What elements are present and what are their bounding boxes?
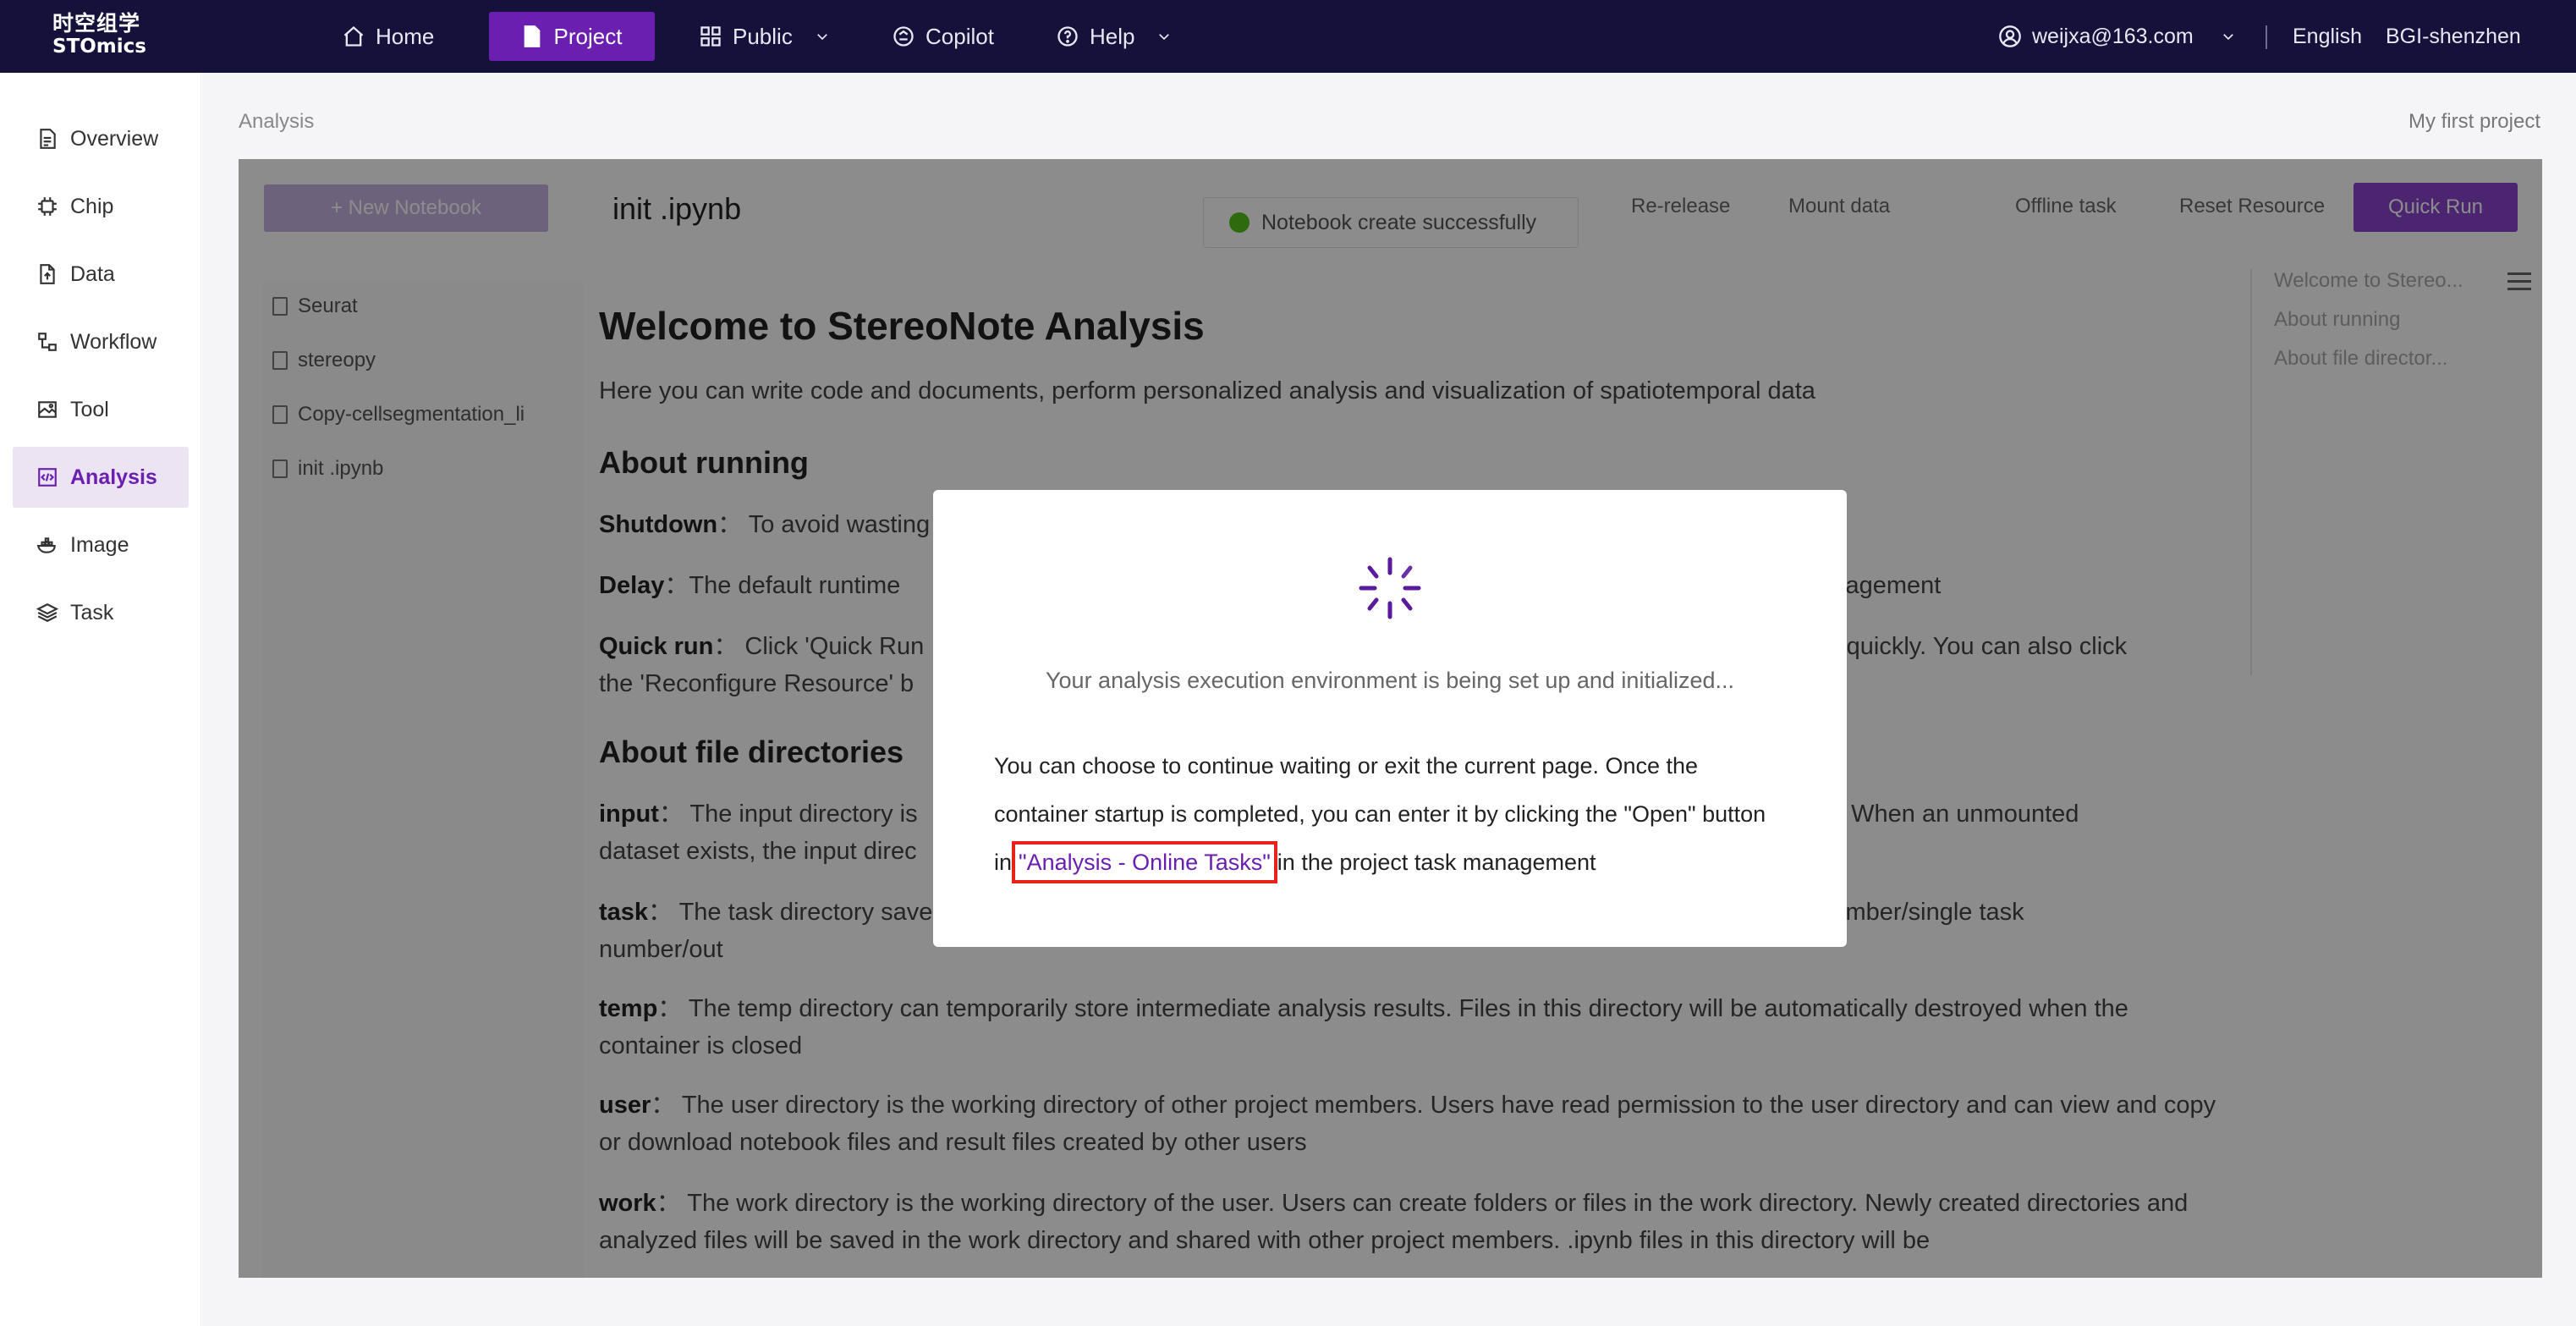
nav-public[interactable]: Public <box>699 0 830 73</box>
region-label: BGI-shenzhen <box>2386 24 2521 48</box>
nav-help[interactable]: Help <box>1056 0 1172 73</box>
user-email: weijxa@163.com <box>2032 24 2194 48</box>
stomics-logo[interactable]: 时空组学 STOmics <box>52 12 154 61</box>
nav-project-label: Project <box>553 23 623 49</box>
sidebar-item-task[interactable]: Task <box>13 582 189 643</box>
nav-home[interactable]: Home <box>342 0 434 73</box>
sidebar-item-label: Image <box>70 532 129 557</box>
initializing-modal: Your analysis execution environment is b… <box>933 490 1847 947</box>
sidebar-item-tool[interactable]: Tool <box>13 379 189 440</box>
loading-spinner-icon <box>1359 557 1421 619</box>
nav-help-label: Help <box>1090 23 1135 49</box>
file-upload-icon <box>40 264 55 284</box>
logo-text-cn: 时空组学 <box>52 11 141 36</box>
sidebar-item-label: Tool <box>70 397 109 421</box>
image-tool-icon <box>38 401 57 418</box>
language-label: English <box>2293 24 2362 48</box>
layers-icon <box>36 603 58 622</box>
sidebar-item-data[interactable]: Data <box>13 244 189 305</box>
chevron-down-icon <box>1159 34 1170 41</box>
logo-text-en: STOmics <box>52 36 146 58</box>
project-name: My first project <box>2408 110 2540 133</box>
user-menu[interactable]: weijxa@163.com <box>1998 0 2236 73</box>
sidebar-item-label: Data <box>70 261 115 286</box>
sidebar-item-image[interactable]: Image <box>13 514 189 575</box>
modal-body-after: in the project task management <box>1277 850 1596 875</box>
language-switch[interactable]: English <box>2293 0 2362 73</box>
chip-icon <box>38 197 57 216</box>
home-icon <box>343 25 364 47</box>
grid-icon <box>700 26 721 47</box>
code-icon <box>38 468 57 487</box>
top-navigation-bar: 时空组学 STOmics Home Project Public Copilot… <box>0 0 2576 73</box>
sidebar-item-label: Chip <box>70 194 114 218</box>
sidebar-item-overview[interactable]: Overview <box>13 108 189 169</box>
modal-status-text: Your analysis execution environment is b… <box>1046 668 1734 693</box>
sidebar-item-analysis[interactable]: Analysis <box>13 447 189 508</box>
sidebar-item-label: Task <box>70 600 114 624</box>
nav-public-label: Public <box>733 23 793 49</box>
sidebar: Overview Chip Data Workflow Tool Analysi… <box>0 73 201 1326</box>
nav-project[interactable]: Project <box>489 12 655 61</box>
sidebar-item-label: Workflow <box>70 329 157 354</box>
region-switch[interactable]: BGI-shenzhen <box>2386 0 2521 73</box>
workflow-icon <box>38 333 57 351</box>
modal-body-text: You can choose to continue waiting or ex… <box>994 742 1789 887</box>
chevron-down-icon <box>816 34 827 41</box>
nav-copilot-label: Copilot <box>925 23 994 49</box>
docker-icon <box>36 537 56 553</box>
document-icon <box>40 129 56 149</box>
copilot-icon <box>893 26 914 47</box>
user-avatar-icon <box>1999 25 2021 47</box>
sidebar-item-label: Analysis <box>70 465 157 489</box>
sidebar-item-workflow[interactable]: Workflow <box>13 311 189 372</box>
sidebar-item-chip[interactable]: Chip <box>13 176 189 237</box>
breadcrumb[interactable]: Analysis <box>239 110 314 134</box>
help-icon <box>1057 26 1078 47</box>
topbar-divider <box>2266 25 2267 49</box>
chevron-down-icon <box>2222 34 2233 41</box>
nav-copilot[interactable]: Copilot <box>892 0 994 73</box>
sidebar-item-label: Overview <box>70 126 159 151</box>
nav-home-label: Home <box>376 23 435 49</box>
document-icon <box>524 25 540 47</box>
online-tasks-link[interactable]: "Analysis - Online Tasks" <box>1012 841 1277 883</box>
